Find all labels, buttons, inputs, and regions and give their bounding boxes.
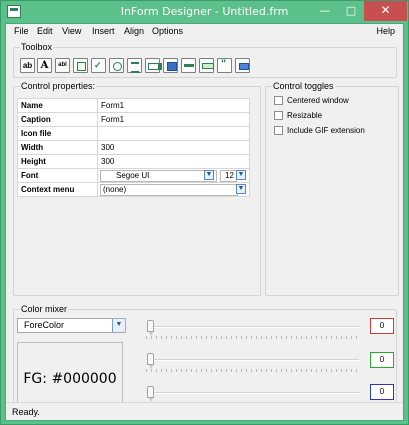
green-slider[interactable] [146,353,366,372]
checkbox-icon[interactable] [274,111,283,120]
include-gif-extension-label: Include GIF extension [287,126,365,135]
toggles-title: Control toggles [272,81,335,91]
progress-tool-icon[interactable] [181,58,196,73]
red-slider[interactable] [146,320,366,339]
properties-group: Control properties: Name Form1 Caption F… [13,81,261,296]
property-context-menu-value-cell: (none) ▼ [97,182,250,197]
red-value-box[interactable]: 0 [370,318,394,334]
font-name-select[interactable]: Segoe UI [100,170,217,182]
title-bar: InForm Designer - Untitled.frm — □ ✕ [1,1,408,23]
resizable-label: Resizable [287,111,323,120]
properties-table: Name Form1 Caption Form1 Icon file Width… [17,98,250,197]
menu-file[interactable]: File [14,26,29,36]
checkbox-tool-icon[interactable] [91,58,106,73]
list-tool-icon[interactable] [127,58,142,73]
color-target-select[interactable]: ForeColor ▼ [17,318,126,333]
textbox-tool-icon[interactable]: abl [55,58,70,73]
property-height-value[interactable]: 300 [97,154,250,169]
menu-bar: File Edit View Insert Align Options Help [6,24,403,40]
property-width-value[interactable]: 300 [97,140,250,155]
image-tool-icon[interactable] [163,58,178,73]
property-icon-file-label: Icon file [17,126,98,141]
property-row-font: Font Segoe UI ▼ 12 ▼ [17,168,250,183]
menu-options[interactable]: Options [152,26,183,36]
blue-value-box[interactable]: 0 [370,384,394,400]
minimize-button[interactable]: — [312,1,338,21]
property-row-name: Name Form1 [17,98,250,113]
green-slider-thumb[interactable] [147,353,154,369]
menu-insert[interactable]: Insert [92,26,115,36]
context-menu-select[interactable]: (none) [100,184,238,196]
client-area: File Edit View Insert Align Options Help… [5,23,404,421]
label-tool-icon[interactable]: A [37,58,52,73]
properties-title: Control properties: [20,81,97,91]
green-slider-ticks [146,369,359,372]
property-font-label: Font [17,168,98,183]
toggles-group: Control toggles Centered window Resizabl… [265,81,399,296]
blue-slider-thumb[interactable] [147,386,154,402]
blue-slider[interactable] [146,386,366,405]
radio-tool-icon[interactable] [109,58,124,73]
frame-tool-icon[interactable] [235,58,250,73]
button-tool-icon[interactable]: ab [20,58,35,73]
status-bar: Ready. [6,402,403,420]
menu-align[interactable]: Align [124,26,144,36]
property-name-value[interactable]: Form1 [97,98,250,113]
red-slider-ticks [146,336,359,339]
picture-tool-icon[interactable] [73,58,88,73]
property-row-icon-file: Icon file [17,126,250,141]
checkbox-icon[interactable] [274,96,283,105]
property-icon-file-value[interactable] [97,126,250,141]
red-slider-track [146,326,359,328]
property-font-value-cell: Segoe UI ▼ 12 ▼ [97,168,250,183]
color-mixer-title: Color mixer [20,304,69,314]
property-caption-value[interactable]: Form1 [97,112,250,127]
green-value-box[interactable]: 0 [370,352,394,368]
green-slider-track [146,359,359,361]
context-menu-chevron-down-icon[interactable]: ▼ [236,184,246,194]
menu-edit[interactable]: Edit [37,26,53,36]
menu-view[interactable]: View [62,26,81,36]
property-height-label: Height [17,154,98,169]
property-row-caption: Caption Form1 [17,112,250,127]
toolbox-title: Toolbox [20,42,54,52]
font-name-chevron-down-icon[interactable]: ▼ [204,170,214,180]
menu-help[interactable]: Help [376,26,395,36]
property-row-width: Width 300 [17,140,250,155]
app-window: InForm Designer - Untitled.frm — □ ✕ Fil… [0,0,409,425]
close-button[interactable]: ✕ [364,1,407,21]
font-size-chevron-down-icon[interactable]: ▼ [236,170,246,180]
property-row-height: Height 300 [17,154,250,169]
color-target-text: ForeColor [24,320,65,330]
toolbox-group: Toolbox ab A abl [13,42,397,78]
chevron-down-icon[interactable]: ▼ [112,319,125,332]
font-size-text: 12 [225,171,234,180]
red-slider-thumb[interactable] [147,320,154,336]
maximize-button[interactable]: □ [338,1,364,21]
property-name-label: Name [17,98,98,113]
property-caption-label: Caption [17,112,98,127]
checkbox-icon[interactable] [274,126,283,135]
blue-slider-track [146,392,359,394]
color-mixer-group: Color mixer ForeColor ▼ FG: #000000 0 0 [13,304,397,416]
font-size-select[interactable]: 12 [220,170,237,182]
combo-tool-icon[interactable] [145,58,162,73]
trackbar-tool-icon[interactable] [199,58,214,73]
status-text: Ready. [12,407,40,417]
context-menu-text: (none) [103,185,127,194]
property-width-label: Width [17,140,98,155]
centered-window-label: Centered window [287,96,349,105]
property-context-menu-label: Context menu [17,182,98,197]
quote-tool-icon[interactable] [217,58,232,73]
property-row-context-menu: Context menu (none) ▼ [17,182,250,197]
font-name-text: Segoe UI [116,171,150,180]
